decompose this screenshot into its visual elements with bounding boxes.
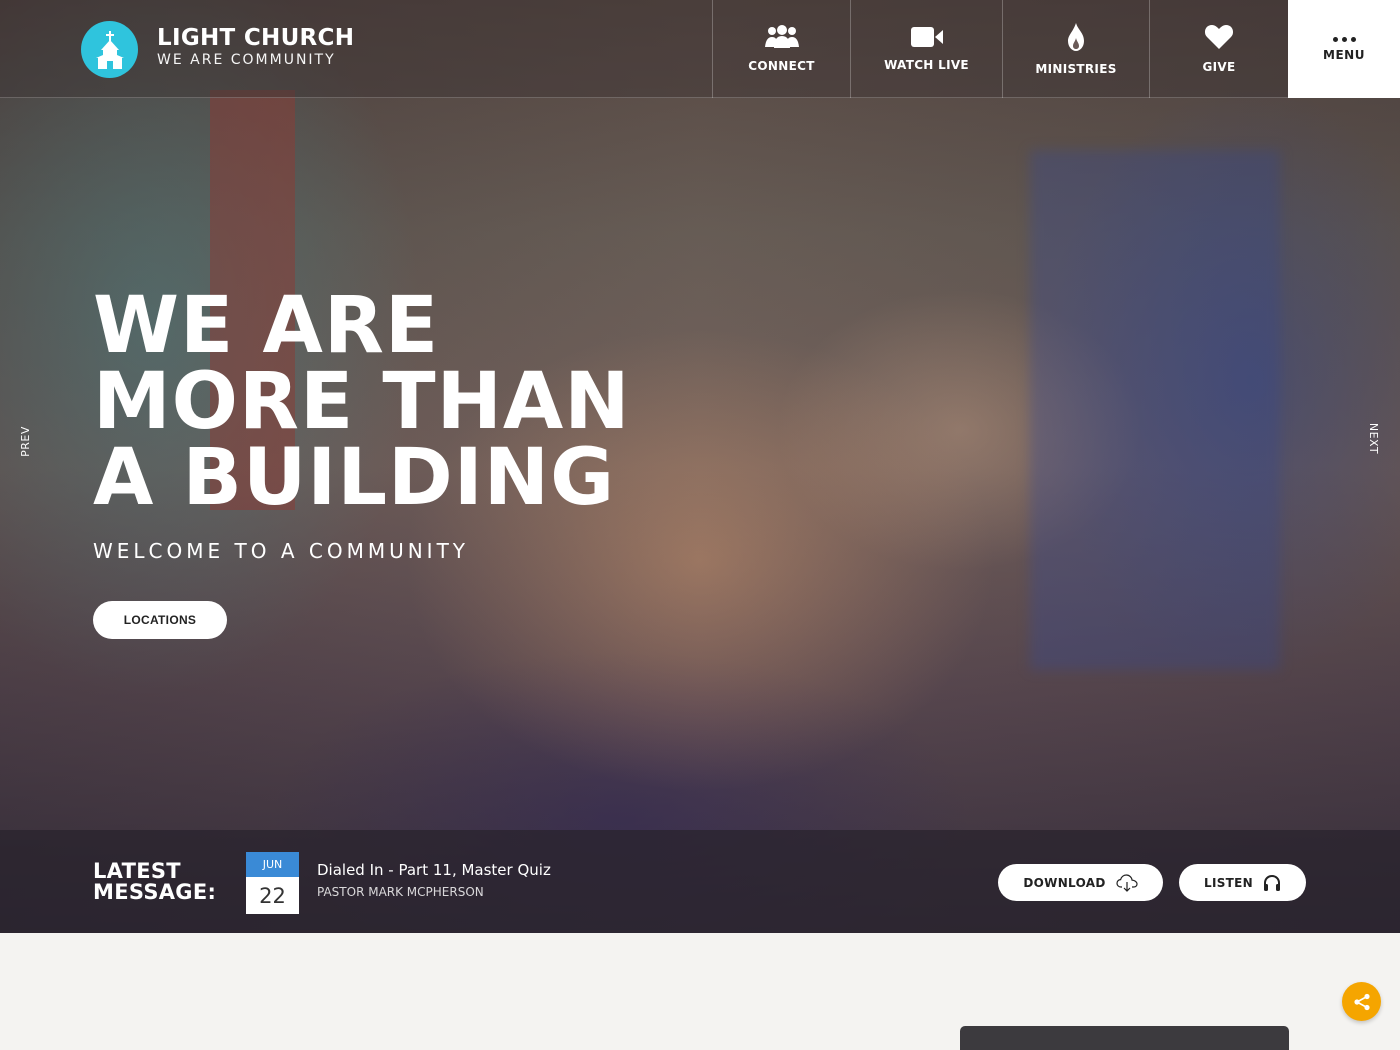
nav-ministries[interactable]: MINISTRIES [1002,0,1149,98]
nav-watch-live-label: WATCH LIVE [884,58,969,72]
site-header: LIGHT CHURCH WE ARE COMMUNITY CONNECT WA… [0,0,1400,98]
headphones-icon [1263,874,1280,891]
nav-give-label: GIVE [1202,60,1236,74]
latest-message-label-line: MESSAGE: [93,880,217,904]
flame-icon [1068,23,1084,51]
hero-headline-line: MORE THAN [93,357,631,447]
nav-connect-label: CONNECT [748,59,815,73]
church-logo[interactable] [81,21,138,78]
message-date-month: JUN [246,852,299,877]
video-camera-icon [910,27,943,47]
message-title[interactable]: Dialed In - Part 11, Master Quiz [317,861,551,879]
hero-headline-line: WE ARE [93,281,440,371]
brand-tagline: WE ARE COMMUNITY [157,52,336,68]
download-label: DOWNLOAD [1023,875,1106,890]
download-button[interactable]: DOWNLOAD [998,864,1163,901]
hero-headline-line: A BUILDING [93,433,616,523]
slider-prev-button[interactable]: PREV [18,425,34,459]
listen-label: LISTEN [1204,875,1253,890]
menu-label: MENU [1323,47,1365,62]
message-date-day: 22 [246,877,299,914]
menu-button[interactable]: MENU [1288,0,1400,98]
hero-headline: WE ARE MORE THAN A BUILDING [93,281,631,523]
latest-message-label-line: LATEST [93,859,181,883]
message-pastor: PASTOR MARK MCPHERSON [317,885,484,899]
brand-title[interactable]: LIGHT CHURCH [157,25,354,51]
hero-subtitle: WELCOME TO A COMMUNITY [93,539,470,563]
church-icon [95,30,124,69]
message-date-badge: JUN 22 [246,852,299,914]
heart-icon [1204,25,1234,49]
share-button[interactable] [1342,982,1381,1021]
slider-next-button[interactable]: NEXT [1366,422,1380,456]
nav-watch-live[interactable]: WATCH LIVE [850,0,1002,98]
more-dots-icon [1332,36,1356,42]
listen-button[interactable]: LISTEN [1179,864,1306,901]
slider-prev-label: PREV [18,426,32,457]
nav-ministries-label: MINISTRIES [1035,62,1117,76]
slider-next-label: NEXT [1367,422,1381,455]
cloud-download-icon [1115,873,1138,892]
people-icon [764,25,799,48]
latest-message-label: LATEST MESSAGE: [93,861,216,903]
nav-give[interactable]: GIVE [1149,0,1288,98]
locations-button[interactable]: LOCATIONS [93,601,227,639]
content-card [960,1026,1289,1050]
nav-connect[interactable]: CONNECT [712,0,850,98]
share-icon [1353,993,1370,1010]
